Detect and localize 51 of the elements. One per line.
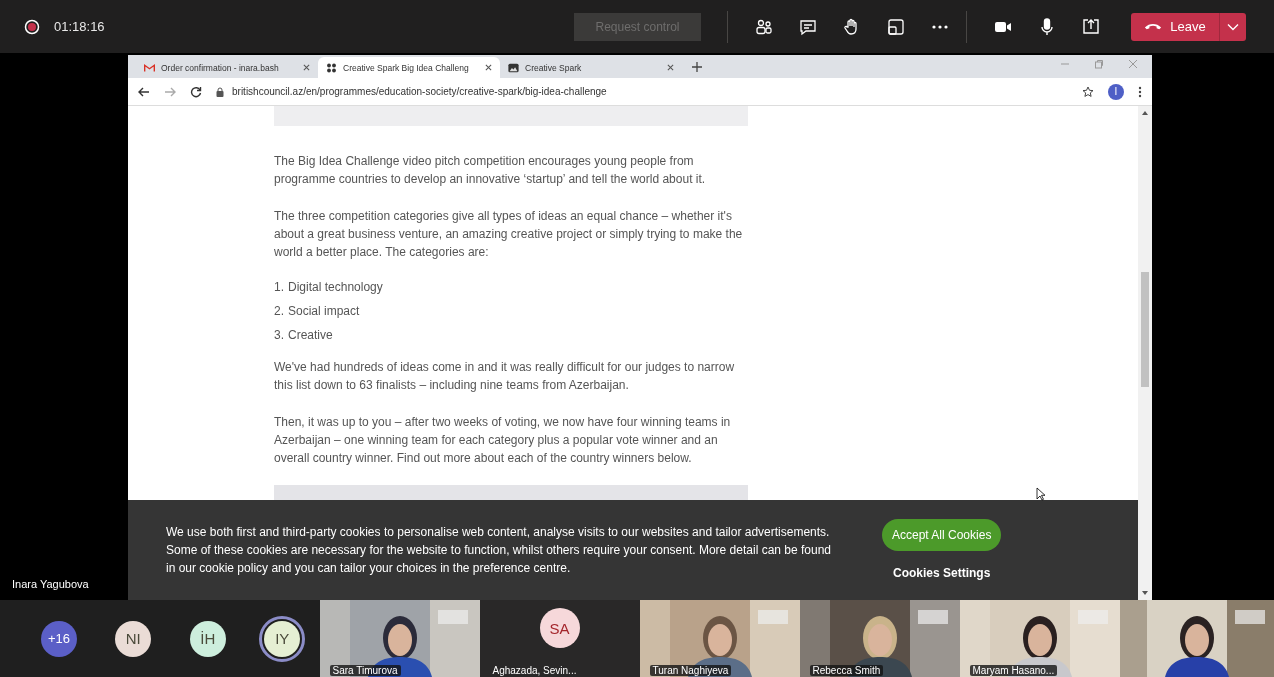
chevron-down-icon	[1227, 22, 1239, 31]
participant-name: Rebecca Smith	[809, 665, 884, 676]
participant-avatar[interactable]: IY	[264, 620, 301, 657]
article-paragraph: The three competition categories give all types of ideas an equal chance – whether it's about a great business venture, an amazing creative project or simply trying to make the world a better place. The categories are:	[274, 208, 744, 261]
list-number: 1.	[274, 279, 284, 296]
list-item: Social impact	[288, 303, 360, 320]
list-number: 3.	[274, 327, 284, 344]
more-participants-button[interactable]: +16	[41, 620, 77, 657]
image-icon	[508, 62, 519, 73]
grid-icon	[326, 62, 337, 73]
scroll-thumb[interactable]	[1141, 272, 1149, 387]
close-icon[interactable]	[667, 64, 674, 71]
back-icon[interactable]	[138, 85, 150, 98]
participant-name: Aghazada, Sevin...	[491, 665, 578, 676]
participant-name: Maryam Hasano...	[969, 665, 1058, 676]
call-duration: 01:18:16	[54, 19, 105, 34]
leave-button[interactable]: Leave	[1131, 12, 1219, 41]
participant-avatar[interactable]: NI	[115, 620, 152, 657]
profile-avatar[interactable]: I	[1108, 83, 1124, 100]
article-paragraph: Then, it was up to you – after two weeks of voting, we now have four winning teams in Azerbaijan – one winning team for each category plus a popular vote winner and an overall country winner. Find out more about each of the country winners below.	[274, 414, 732, 467]
leave-options-button[interactable]	[1219, 12, 1246, 41]
star-icon[interactable]	[1082, 85, 1094, 98]
lock-icon	[216, 86, 224, 97]
browser-tab[interactable]: Creative Spark	[500, 57, 682, 78]
participant-name: Turan Naghiyeva	[649, 665, 732, 676]
scrollbar[interactable]	[1138, 106, 1152, 600]
scroll-up-icon[interactable]	[1142, 111, 1148, 115]
list-number: 2.	[274, 303, 284, 320]
new-tab-icon[interactable]	[692, 62, 702, 72]
browser-tab[interactable]: Order confirmation - inara.bash	[136, 57, 318, 78]
article-paragraph: The Big Idea Challenge video pitch competition encourages young people from programme countries to develop an innovative ‘startup’ and tell the world about it.	[274, 153, 707, 188]
scroll-down-icon[interactable]	[1142, 591, 1148, 595]
reload-icon[interactable]	[190, 85, 202, 98]
cookie-text: We use both first and third-party cookies to personalise web content, analyse visits to our websites and tailor advertisements. Some of these cookies are necessary for the website to function, whilst others require your consent. More detail can be found in our cookie policy and you can tailor your choices in the preference centre.	[166, 524, 833, 577]
address-field[interactable]: britishcouncil.az/en/programmes/education-society/creative-spark/big-idea-challenge	[216, 86, 1068, 97]
browser-tab[interactable]: Creative Spark Big Idea Challeng	[318, 57, 500, 78]
participant-avatar: SA	[539, 608, 580, 648]
cursor-icon	[1036, 487, 1046, 501]
cookie-settings-button[interactable]: Cookies Settings	[887, 565, 997, 581]
menu-icon[interactable]	[1138, 85, 1142, 98]
phone-icon	[1144, 22, 1163, 31]
list-item: Creative	[288, 327, 333, 344]
presenter-name: Inara Yagubova	[12, 578, 89, 590]
close-icon[interactable]	[303, 64, 310, 71]
close-icon[interactable]	[485, 64, 492, 71]
participant-avatar[interactable]: İH	[189, 620, 226, 657]
accept-cookies-button[interactable]: Accept All Cookies	[882, 519, 1002, 551]
mail-icon	[144, 62, 155, 73]
participant-name: Sara Timurova	[329, 665, 401, 676]
list-item: Digital technology	[288, 279, 383, 296]
article-paragraph: We've had hundreds of ideas come in and it was really difficult for our judges to narrow this list down to 63 finalists – including nine teams from Azerbaijan.	[274, 359, 736, 394]
